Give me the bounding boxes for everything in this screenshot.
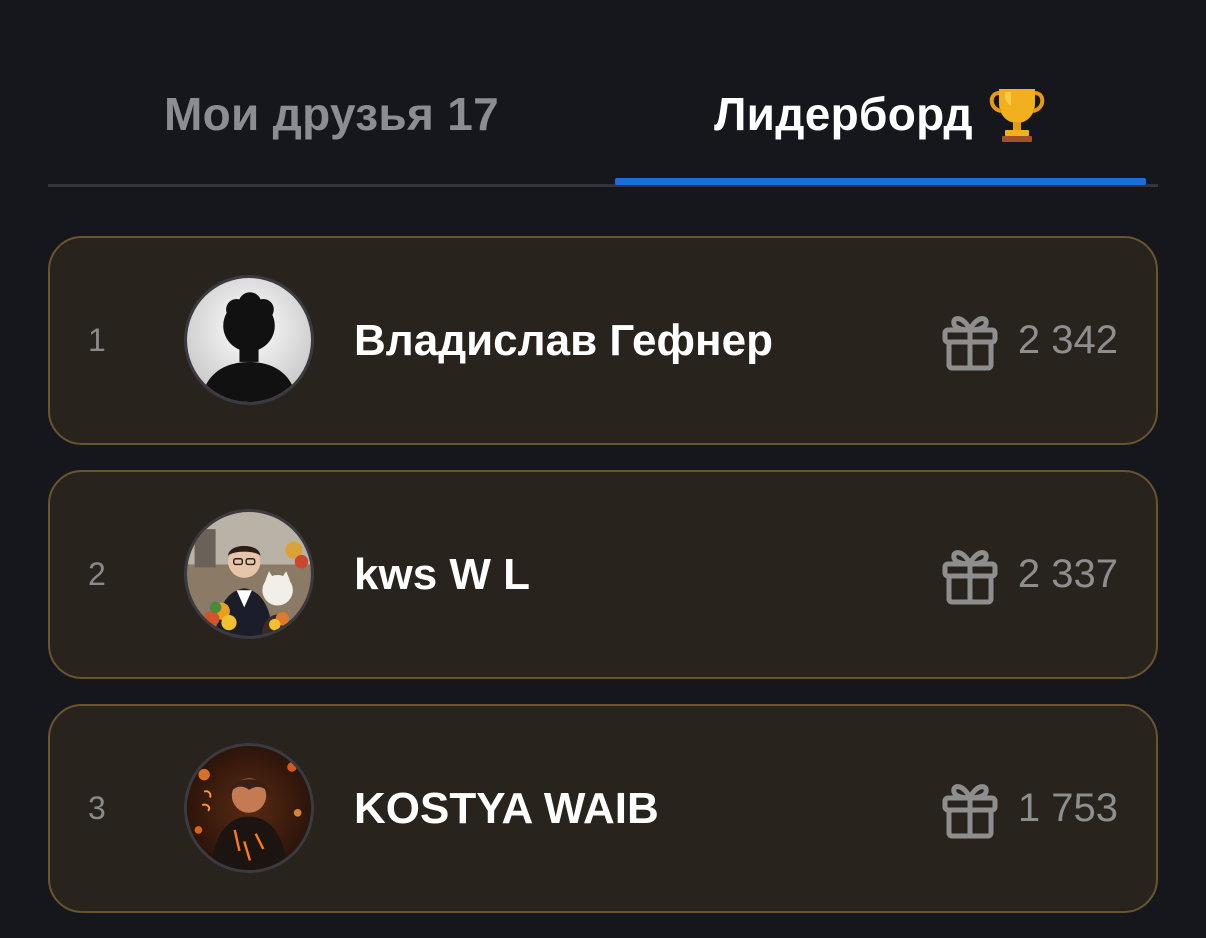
tab-active-indicator <box>615 178 1146 185</box>
avatar[interactable] <box>184 509 314 639</box>
player-name: KOSTYA WAIB <box>354 783 659 833</box>
tab-bar: Мои друзья 17 Лидерборд <box>48 0 1158 187</box>
score: 2 337 <box>940 472 1118 677</box>
leaderboard-row[interactable]: 3 KOSTYA WAIB 1 753 <box>48 704 1158 913</box>
score-value: 2 337 <box>1017 552 1118 596</box>
avatar[interactable] <box>184 743 314 873</box>
tab-leaderboard-label: Лидерборд <box>714 88 973 140</box>
gift-icon <box>942 315 998 370</box>
gift-icon <box>942 783 998 838</box>
avatar[interactable] <box>184 275 314 405</box>
score-value: 2 342 <box>1017 318 1118 362</box>
photo-avatar-icon <box>187 746 311 870</box>
gift-icon <box>942 549 998 604</box>
score-value: 1 753 <box>1017 786 1118 830</box>
rank-number: 1 <box>88 322 106 358</box>
trophy-icon <box>989 89 1045 142</box>
leaderboard-row[interactable]: 1 Владислав Гефнер 2 342 <box>48 236 1158 445</box>
player-name: kws W L <box>354 549 531 599</box>
photo-avatar-icon <box>187 512 311 636</box>
player-name: Владислав Гефнер <box>354 315 773 365</box>
leaderboard-list: 1 Владислав Гефнер 2 342 2 kws W L 2 337… <box>48 236 1158 938</box>
leaderboard-row[interactable]: 2 kws W L 2 337 <box>48 470 1158 679</box>
tab-friends[interactable]: Мои друзья 17 <box>48 78 615 150</box>
score: 1 753 <box>940 706 1118 911</box>
tab-friends-label: Мои друзья 17 <box>164 88 499 140</box>
score: 2 342 <box>940 238 1118 443</box>
rank-number: 3 <box>88 790 106 826</box>
silhouette-avatar-icon <box>187 278 311 402</box>
rank-number: 2 <box>88 556 106 592</box>
tab-leaderboard[interactable]: Лидерборд <box>615 78 1146 150</box>
